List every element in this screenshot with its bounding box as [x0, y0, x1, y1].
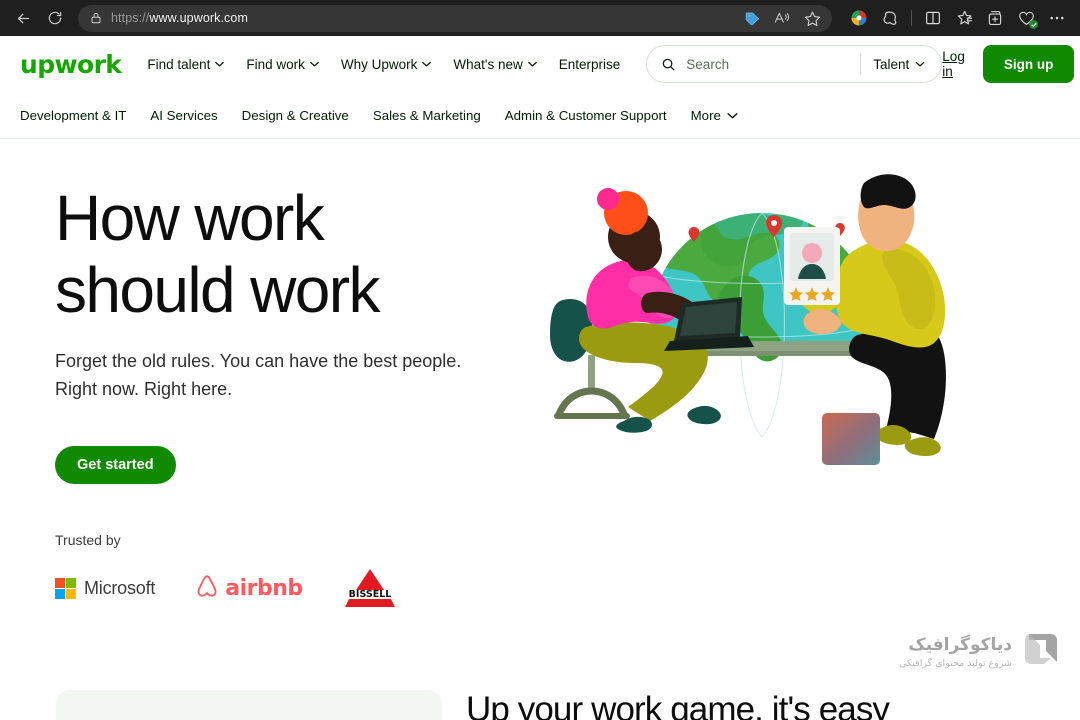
back-button[interactable]: [8, 5, 38, 31]
nav-item-whats-new[interactable]: What's new: [453, 56, 537, 72]
main-navigation: Find talent Find work Why Upwork What's …: [147, 57, 620, 72]
page-title: How work should work: [55, 182, 540, 326]
chevron-down-icon: [422, 61, 432, 67]
read-aloud-icon[interactable]: [768, 6, 796, 30]
split-screen-icon[interactable]: [918, 4, 948, 32]
hero-subtitle-line-2: Right now. Right here.: [55, 379, 233, 400]
refresh-button[interactable]: [40, 5, 70, 31]
next-section-heading: Up your work game, it's easy: [466, 690, 890, 720]
two-people-globe-illustration: [540, 165, 970, 480]
category-item-sales-marketing[interactable]: Sales & Marketing: [373, 108, 481, 123]
collections-icon[interactable]: [980, 4, 1010, 32]
category-item-ai-services[interactable]: AI Services: [150, 108, 217, 123]
microsoft-squares-icon: [55, 577, 76, 599]
nav-label: Find talent: [147, 56, 211, 72]
nav-item-find-work[interactable]: Find work: [246, 57, 319, 72]
get-started-button[interactable]: Get started: [55, 446, 176, 485]
category-item-more[interactable]: More: [691, 108, 738, 123]
briefcase: [822, 413, 880, 465]
svg-text:BISSELL: BISSELL: [348, 589, 391, 600]
chevron-down-icon: [527, 61, 537, 67]
browser-toolbar: https://www.upwork.com: [0, 0, 1080, 36]
watermark-logo-icon: [1022, 631, 1058, 672]
web-page: upwork Find talent Find work Why Upwork …: [0, 36, 1080, 720]
favorite-star-icon[interactable]: [798, 6, 826, 30]
category-item-admin-customer-support[interactable]: Admin & Customer Support: [505, 108, 667, 123]
address-bar[interactable]: https://www.upwork.com: [78, 4, 832, 32]
hero-title-line-2: should work: [55, 253, 381, 326]
bissell-mark-icon: BISSELL: [344, 569, 395, 608]
favorites-list-icon[interactable]: [949, 4, 979, 32]
category-bar: Development & IT AI Services Design & Cr…: [0, 92, 1080, 139]
lock-icon: [90, 11, 102, 25]
airbnb-wordmark: airbnb: [225, 575, 303, 601]
toolbar-divider: [911, 10, 912, 26]
hero-section: How work should work Forget the old rule…: [0, 139, 1080, 485]
upwork-logo[interactable]: upwork: [20, 52, 122, 77]
download-manager-icon[interactable]: [844, 4, 874, 32]
nav-item-why-upwork[interactable]: Why Upwork: [341, 57, 432, 72]
login-link[interactable]: Log in: [942, 49, 965, 79]
search-divider: [860, 53, 862, 75]
nav-label: Enterprise: [558, 56, 621, 72]
search-bar[interactable]: Talent: [646, 45, 943, 83]
category-item-design-creative[interactable]: Design & Creative: [242, 108, 349, 123]
nav-item-find-talent[interactable]: Find talent: [147, 56, 225, 72]
nav-label: What's new: [453, 56, 523, 72]
nav-item-enterprise[interactable]: Enterprise: [559, 57, 621, 72]
status-check-badge: [1029, 20, 1038, 29]
url-host: www.upwork.com: [149, 11, 248, 25]
watermark-subtitle: شروع تولید محتوای گرافیکی: [899, 657, 1012, 669]
brand-logo-row: Microsoft airbnb BISSELL: [55, 568, 1060, 608]
signup-button[interactable]: Sign up: [982, 45, 1075, 83]
hero-title-line-1: How work: [55, 182, 325, 254]
search-scope-label: Talent: [873, 56, 910, 72]
omnibox-actions: [738, 6, 826, 30]
watermark-title: دیاکوگرافیک: [908, 634, 1012, 655]
watermark-text: دیاکوگرافیک شروع تولید محتوای گرافیکی: [899, 635, 1012, 669]
site-header: upwork Find talent Find work Why Upwork …: [0, 36, 1080, 92]
airbnb-mark-icon: [195, 573, 219, 604]
copilot-icon[interactable]: [875, 4, 905, 32]
url-scheme: https://: [111, 11, 150, 25]
search-scope-dropdown[interactable]: Talent: [867, 57, 937, 72]
airbnb-logo: airbnb: [195, 573, 303, 604]
browser-essentials-icon[interactable]: [1011, 4, 1041, 32]
hero-subtitle-line-1: Forget the old rules. You can have the b…: [55, 351, 462, 372]
search-icon: [661, 57, 676, 72]
nav-label: Find work: [246, 56, 305, 72]
chevron-down-icon: [727, 112, 738, 119]
url-text: https://www.upwork.com: [111, 11, 738, 25]
chevron-down-icon: [310, 61, 319, 67]
category-label: More: [690, 107, 721, 123]
more-options-icon[interactable]: [1042, 4, 1072, 32]
microsoft-logo: Microsoft: [55, 577, 156, 599]
hero-subtitle: Forget the old rules. You can have the b…: [55, 348, 505, 404]
hero-text-block: How work should work Forget the old rule…: [20, 175, 540, 485]
trusted-by-label: Trusted by: [55, 532, 121, 549]
chevron-down-icon: [915, 61, 925, 67]
trusted-by-section: Trusted by Microsoft airbnb BISSELL: [0, 532, 1080, 608]
category-item-development-it[interactable]: Development & IT: [20, 108, 126, 123]
shopping-tag-icon[interactable]: [738, 6, 766, 30]
header-actions: Log in Sign up: [942, 45, 1075, 83]
next-section-peek: Up your work game, it's easy: [0, 690, 1080, 720]
nav-label: Why Upwork: [340, 56, 418, 72]
microsoft-wordmark: Microsoft: [84, 577, 156, 598]
watermark: دیاکوگرافیک شروع تولید محتوای گرافیکی: [899, 631, 1058, 672]
chevron-down-icon: [215, 61, 225, 67]
next-section-card: [56, 690, 442, 720]
hero-illustration-area: [540, 174, 1060, 484]
bissell-logo: BISSELL: [343, 567, 397, 609]
browser-toolbar-right: [838, 4, 1072, 32]
profile-card: [784, 227, 840, 305]
search-input[interactable]: [686, 56, 855, 72]
